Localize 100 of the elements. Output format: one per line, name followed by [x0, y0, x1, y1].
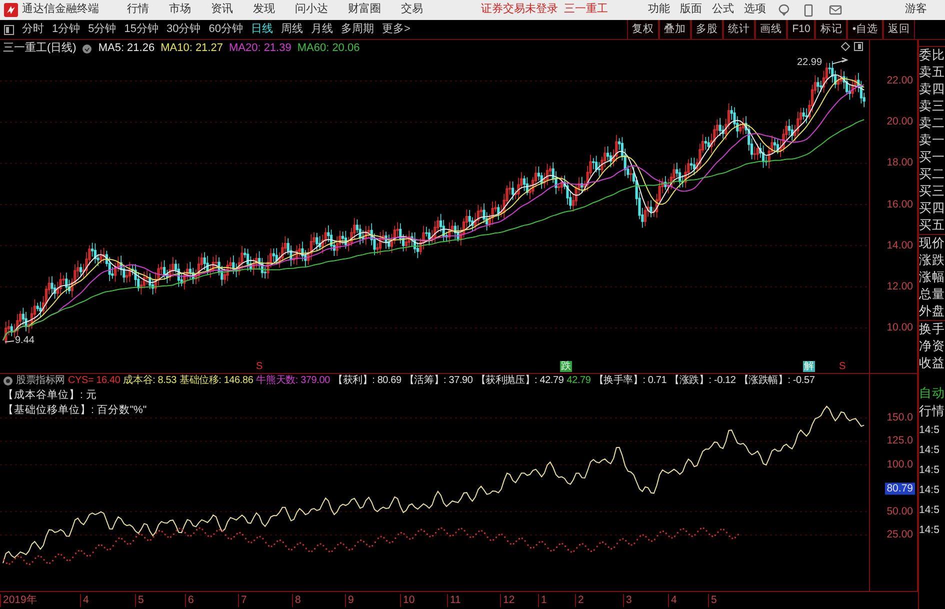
indicator-note: 【基础位移单位】: 百分数"%" — [2, 402, 148, 418]
toolbar-button[interactable]: 叠加 — [659, 20, 692, 39]
period-tab[interactable]: 多周期 — [337, 22, 378, 36]
axis-label: 16.00 — [886, 198, 913, 211]
quote-label: 买三 — [919, 183, 945, 200]
axis-label: 100.0 — [886, 458, 913, 472]
axis-label: 14.00 — [886, 239, 913, 252]
period-tab[interactable]: 60分钟 — [204, 22, 247, 36]
leader-line — [4, 340, 14, 342]
indicator-value: 【换手率】: 0.71 — [594, 375, 667, 387]
indicator-value: 【涨跌幅】: -0.57 — [738, 375, 815, 387]
axis-label: 18.00 — [886, 157, 913, 170]
user-label[interactable]: 游客 — [905, 3, 927, 17]
menu-item[interactable]: 问小达 — [295, 3, 328, 17]
time-label: 14:5 — [919, 503, 940, 518]
period-tab[interactable]: 分时 — [18, 22, 48, 36]
signal-marker: 跌 — [560, 361, 572, 372]
tool-menu-item[interactable]: 公式 — [712, 3, 734, 17]
time-label: 14:5 — [919, 463, 940, 478]
quote-label: 净资 — [919, 338, 945, 355]
menu-item[interactable]: 交易 — [401, 3, 423, 17]
high-price-label: 22.99 — [797, 57, 822, 69]
quote-label: 卖一 — [919, 132, 945, 149]
indicator-value: 【活筹】: 37.90 — [404, 375, 473, 387]
indicator-value: 42.79 — [566, 375, 591, 387]
mode-tab[interactable]: 自动 — [919, 384, 945, 402]
axis-label: 7 — [238, 594, 247, 607]
axis-label: 2019年 — [0, 594, 38, 607]
quote-label: 收益 — [919, 355, 945, 372]
indicator-note: 【成本谷单位】: 元 — [2, 388, 98, 403]
chart-title: 三一重工(日线) — [3, 42, 76, 56]
tool-menu-item[interactable]: 选项 — [744, 3, 766, 17]
quote-label: 委比 — [919, 46, 945, 64]
menu-item[interactable]: 财富圈 — [348, 3, 381, 17]
mode-tab[interactable]: 行情 — [919, 402, 945, 420]
toolbar-button[interactable]: 统计 — [723, 20, 756, 39]
quote-label: 卖三 — [919, 98, 945, 115]
menu-item[interactable]: 发现 — [253, 3, 275, 17]
axis-label: 10 — [400, 594, 415, 607]
toolbar-button[interactable]: 多股 — [691, 20, 724, 39]
quote-label: 卖四 — [919, 81, 945, 98]
circle-icon — [3, 376, 13, 386]
axis-label: 2 — [575, 594, 584, 607]
indicator-value: 成本谷: 8.53 — [123, 375, 176, 387]
quote-label: 现价 — [919, 234, 945, 252]
axis-label: 3 — [623, 594, 632, 607]
signal-marker: 解 — [803, 361, 815, 372]
indicator-value: CYS= 16.40 — [68, 375, 120, 387]
axis-label: 150.0 — [886, 412, 913, 424]
diamond-icon — [841, 42, 850, 51]
period-tab[interactable]: 5分钟 — [84, 22, 120, 36]
balloon-icon — [778, 4, 790, 16]
ma-value: MA60: 20.06 — [297, 42, 360, 56]
axis-label: 8 — [292, 594, 301, 607]
period-tab[interactable]: 日线 — [247, 22, 277, 36]
axis-label: 22.00 — [886, 74, 913, 88]
toolbar-button[interactable]: 标记 — [815, 20, 848, 39]
axis-label: 50.00 — [886, 505, 913, 518]
indicator-value: 【获利抛压】: 42.79 — [476, 375, 564, 387]
quote-label: 总量 — [919, 286, 945, 303]
axis-label: 6 — [185, 594, 194, 607]
toolbar-button[interactable]: F10 — [787, 20, 816, 39]
toolbar-button[interactable]: 返回 — [883, 20, 915, 39]
current-value-label: 80.79 — [884, 482, 915, 496]
toolbar-button[interactable]: 画线 — [755, 20, 788, 39]
time-label: 14:5 — [919, 483, 940, 498]
axis-label: 25.00 — [886, 528, 913, 542]
toolbar-button[interactable]: 复权 — [627, 20, 660, 39]
period-tab[interactable]: 1分钟 — [48, 22, 84, 36]
axis-label: 9 — [345, 594, 354, 607]
indicator-value: 牛熊天数: 379.00 — [256, 375, 330, 387]
quote-label: 买二 — [919, 166, 945, 183]
period-tab[interactable]: 30分钟 — [162, 22, 205, 36]
quote-label: 换手 — [919, 320, 945, 338]
axis-label: 12 — [500, 594, 515, 607]
quote-label: 买一 — [919, 149, 945, 166]
axis-label: 4 — [668, 594, 677, 607]
period-tab[interactable]: 更多> — [378, 22, 414, 36]
period-tab[interactable]: 周线 — [277, 22, 307, 36]
signal-marker: S — [255, 361, 264, 372]
menu-item[interactable]: 行情 — [127, 3, 149, 17]
period-tab[interactable]: 15分钟 — [120, 22, 162, 36]
toolbar-button[interactable]: •自选 — [847, 20, 883, 39]
axis-label: 10.00 — [886, 322, 913, 334]
quote-label: 买五 — [919, 217, 945, 234]
square-icon — [854, 42, 863, 51]
menu-item[interactable]: 市场 — [169, 3, 191, 17]
tool-menu-item[interactable]: 功能 — [648, 3, 670, 17]
quote-label: 卖二 — [919, 115, 945, 132]
period-tab[interactable]: 月线 — [307, 22, 337, 36]
quote-label: 卖五 — [919, 64, 945, 81]
login-status: 证券交易未登录 — [481, 3, 558, 17]
quote-label: 买四 — [919, 200, 945, 217]
axis-label: 11 — [447, 594, 461, 607]
menu-item[interactable]: 资讯 — [211, 3, 233, 17]
quote-label: 涨跌 — [919, 252, 945, 269]
axis-label: 20.00 — [886, 116, 913, 128]
tool-menu-item[interactable]: 版面 — [680, 3, 702, 17]
circle-icon — [82, 44, 92, 54]
indicator-value: 基础位移: 146.86 — [179, 375, 254, 387]
